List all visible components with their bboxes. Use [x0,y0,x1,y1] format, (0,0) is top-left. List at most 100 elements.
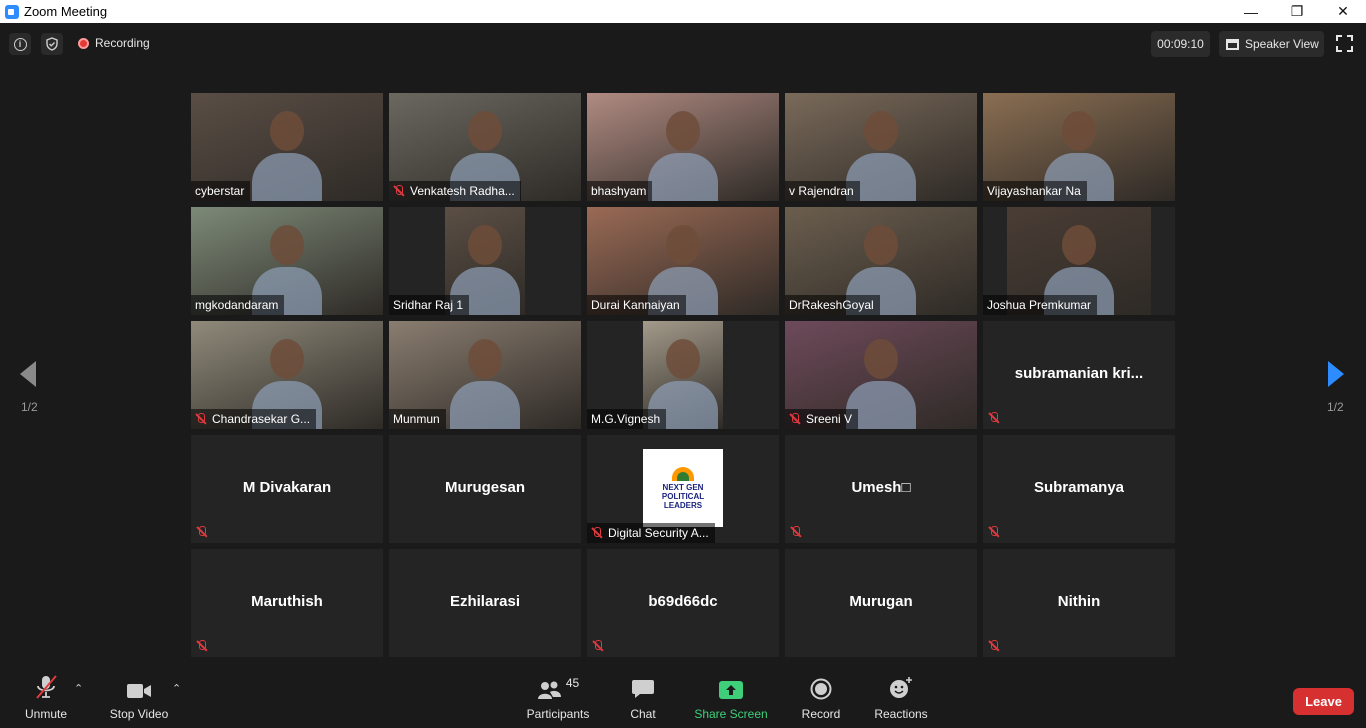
person-silhouette [864,339,898,379]
muted-mic-icon [591,527,603,539]
participant-name: bhashyam [591,184,647,198]
shield-icon [46,37,58,51]
participant-nameplate: Sridhar Raj 1 [389,295,470,315]
participant-nameplate: v Rajendran [785,181,860,201]
person-silhouette [666,225,700,265]
participant-name: DrRakeshGoyal [789,298,874,312]
person-silhouette [1062,111,1096,151]
participant-tile[interactable]: v Rajendran [785,93,977,201]
participant-name: Ezhilarasi [449,593,521,610]
participants-label: Participants [526,707,590,721]
person-shoulders [450,381,520,429]
person-silhouette [864,225,898,265]
reactions-label: Reactions [874,707,928,721]
participant-tile[interactable]: DrRakeshGoyal [785,207,977,315]
share-screen-button[interactable]: Share Screen [694,668,768,728]
record-button[interactable]: Record [800,668,842,728]
participant-tile[interactable]: Munmun [389,321,581,429]
fullscreen-icon[interactable] [1336,35,1353,52]
minimize-button[interactable]: — [1228,0,1274,23]
meeting-toolbar: Unmute ⌃ Stop Video ⌃ 45 Participants Ch… [0,668,1366,728]
participant-name: b69d66dc [648,593,718,610]
participant-nameplate: cyberstar [191,181,251,201]
participant-tile[interactable]: Ezhilarasi [389,549,581,657]
participant-tile[interactable]: Subramanya [983,435,1175,543]
previous-page-icon[interactable] [18,360,38,388]
participants-icon [537,681,561,699]
participant-tile[interactable]: Sridhar Raj 1 [389,207,581,315]
close-button[interactable]: ✕ [1320,0,1366,23]
person-silhouette [1062,225,1096,265]
next-gen-logo: NEXT GEN POLITICAL LEADERS [643,449,723,527]
person-silhouette [666,111,700,151]
audio-options-chevron-icon[interactable]: ⌃ [74,682,83,695]
recording-dot-icon [78,37,89,49]
stop-video-label: Stop Video [109,707,169,721]
participant-nameplate: Sreeni V [785,409,859,429]
next-page-icon[interactable] [1326,360,1346,388]
reactions-button[interactable]: Reactions [873,668,929,728]
participant-tile[interactable]: Durai Kannaiyan [587,207,779,315]
participant-tile[interactable]: subramanian kri... [983,321,1175,429]
participant-name: v Rajendran [789,184,854,198]
participant-tile[interactable]: M Divakaran [191,435,383,543]
chat-bubble-icon [632,680,654,698]
participant-tile[interactable]: Joshua Premkumar [983,207,1175,315]
participant-tile[interactable]: Vijayashankar Na [983,93,1175,201]
video-camera-icon [127,684,151,698]
participant-tile[interactable]: NEXT GEN POLITICAL LEADERS Digital Securi… [587,435,779,543]
person-silhouette [864,111,898,151]
meeting-top-bar: i Recording 00:09:10 Speaker View [0,23,1366,65]
participant-tile[interactable]: Venkatesh Radha... [389,93,581,201]
participant-name: cyberstar [195,184,245,198]
participant-nameplate: Venkatesh Radha... [389,181,521,201]
person-shoulders [648,153,718,201]
leave-button[interactable]: Leave [1293,688,1354,715]
participant-tile[interactable]: Murugan [785,549,977,657]
muted-mic-icon [988,526,1000,538]
security-button[interactable] [41,33,63,55]
participant-tile[interactable]: Maruthish [191,549,383,657]
participant-nameplate: Durai Kannaiyan [587,295,686,315]
participant-nameplate: Joshua Premkumar [983,295,1098,315]
window-title: Zoom Meeting [24,4,108,19]
meeting-info-button[interactable]: i [9,33,31,55]
participant-nameplate: Chandrasekar G... [191,409,317,429]
participant-tile[interactable]: Murugesan [389,435,581,543]
participant-name: mgkodandaram [195,298,279,312]
view-switch-button[interactable]: Speaker View [1219,31,1324,57]
recording-indicator[interactable]: Recording [78,36,150,50]
participant-name: Nithin [1057,593,1101,610]
page-indicator-left: 1/2 [21,400,38,414]
participant-tile[interactable]: Sreeni V [785,321,977,429]
muted-mic-icon [195,413,207,425]
muted-mic-icon [592,640,604,652]
participant-tile[interactable]: Nithin [983,549,1175,657]
person-silhouette [270,339,304,379]
chat-button[interactable]: Chat [623,668,663,728]
participant-tile[interactable]: M.G.Vignesh [587,321,779,429]
participant-count: 45 [565,676,580,690]
participant-tile[interactable]: mgkodandaram [191,207,383,315]
participant-tile[interactable]: b69d66dc [587,549,779,657]
participants-button[interactable]: 45 Participants [526,668,590,728]
share-screen-label: Share Screen [694,707,768,721]
participant-tile[interactable]: Chandrasekar G... [191,321,383,429]
participant-tile[interactable]: bhashyam [587,93,779,201]
participant-nameplate: bhashyam [587,181,653,201]
view-label: Speaker View [1245,37,1319,51]
stop-video-button[interactable]: Stop Video [108,668,170,728]
participant-tile[interactable]: Umesh□ [785,435,977,543]
participant-name: subramanian kri... [1014,365,1144,382]
logo-text: NEXT GEN POLITICAL LEADERS [661,482,705,510]
video-options-chevron-icon[interactable]: ⌃ [172,682,181,695]
participant-name: Venkatesh Radha... [410,184,515,198]
unmute-button[interactable]: Unmute [22,668,70,728]
muted-microphone-icon [36,675,57,699]
restore-button[interactable]: ❐ [1274,0,1320,23]
record-icon [810,678,832,700]
page-indicator-right: 1/2 [1327,400,1344,414]
participant-tile[interactable]: cyberstar [191,93,383,201]
record-label: Record [801,707,841,721]
muted-mic-icon [789,413,801,425]
